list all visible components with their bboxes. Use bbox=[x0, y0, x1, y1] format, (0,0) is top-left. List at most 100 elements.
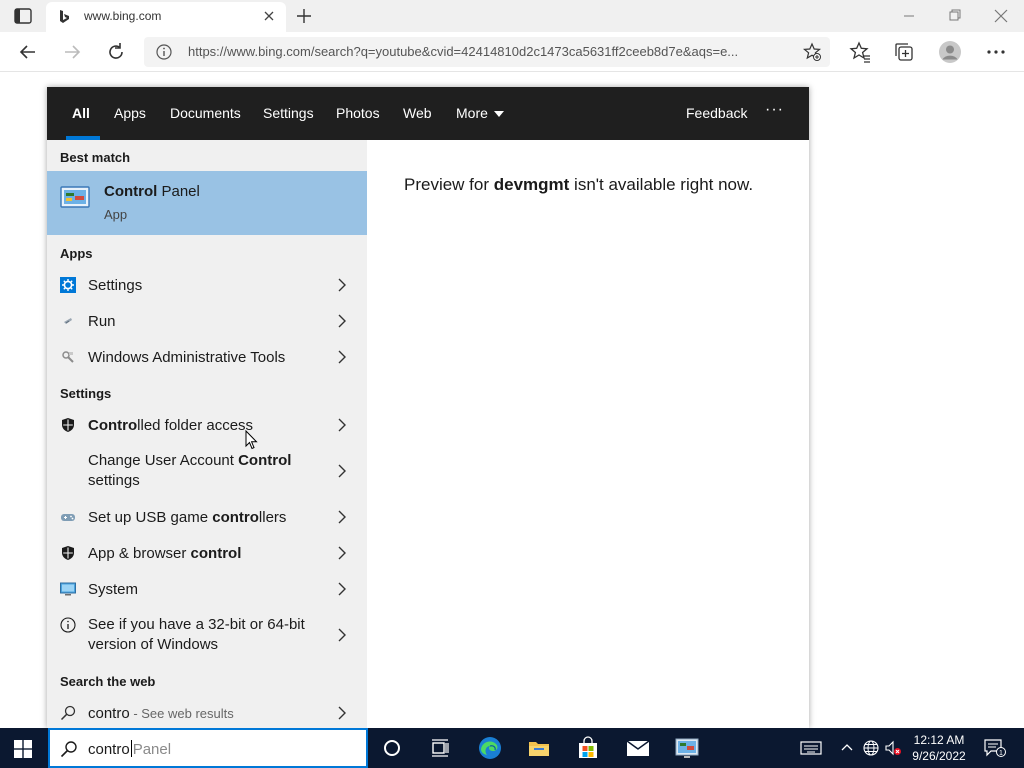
mouse-pointer-icon bbox=[245, 429, 259, 450]
cortana-icon[interactable] bbox=[380, 736, 404, 760]
chevron-right-icon[interactable] bbox=[337, 418, 347, 432]
more-options-icon[interactable]: ··· bbox=[765, 101, 784, 119]
list-item-web-search[interactable]: contro - See web results bbox=[47, 695, 367, 728]
chevron-right-icon[interactable] bbox=[337, 706, 347, 720]
collections-icon[interactable] bbox=[892, 40, 916, 64]
taskbar: contro Panel 12:12 AM 9/26/2022 1 bbox=[0, 728, 1024, 768]
settings-and-more-icon[interactable] bbox=[984, 40, 1008, 64]
keyboard-touch-icon[interactable] bbox=[800, 739, 822, 757]
match-pre: Change User Account bbox=[88, 452, 239, 469]
tab-all[interactable]: All bbox=[72, 105, 90, 121]
notification-count: 1 bbox=[999, 750, 1003, 757]
match-rest: lled folder access bbox=[137, 417, 254, 434]
dropdown-arrow-icon bbox=[493, 111, 504, 118]
volume-muted-icon[interactable] bbox=[884, 739, 902, 757]
clock-time: 12:12 AM bbox=[913, 733, 965, 747]
match-pre: Set up USB game bbox=[88, 509, 213, 526]
network-globe-icon[interactable] bbox=[862, 739, 880, 757]
list-item-label: Change User Account Control settings bbox=[88, 451, 328, 491]
best-match-control-panel[interactable]: Control Panel App bbox=[47, 171, 367, 235]
back-arrow-icon[interactable] bbox=[16, 40, 40, 64]
list-item-run[interactable]: Run bbox=[47, 303, 367, 339]
text-caret bbox=[130, 740, 132, 757]
run-icon bbox=[60, 313, 76, 329]
close-window-icon[interactable] bbox=[978, 4, 1024, 28]
url-text[interactable]: https://www.bing.com/search?q=youtube&cv… bbox=[188, 44, 788, 59]
admin-tools-icon bbox=[60, 349, 76, 365]
match-bold: contro bbox=[212, 509, 259, 526]
task-view-icon[interactable] bbox=[428, 736, 452, 760]
tab-apps[interactable]: Apps bbox=[114, 105, 146, 121]
minimize-icon[interactable] bbox=[886, 4, 932, 28]
match-pre: App & browser bbox=[88, 545, 191, 562]
list-item-controlled-folder-access[interactable]: Controlled folder access bbox=[47, 407, 367, 443]
restore-icon[interactable] bbox=[932, 4, 978, 28]
search-input[interactable]: contro Panel bbox=[88, 740, 171, 758]
settings-gear-icon bbox=[60, 277, 76, 293]
chevron-right-icon[interactable] bbox=[337, 546, 347, 560]
control-panel-icon bbox=[60, 185, 90, 211]
address-bar[interactable]: https://www.bing.com/search?q=youtube&cv… bbox=[144, 37, 830, 67]
list-item-label: Set up USB game controllers bbox=[88, 508, 328, 528]
taskbar-search-box[interactable]: contro Panel bbox=[48, 728, 368, 768]
chevron-right-icon[interactable] bbox=[337, 628, 347, 642]
list-item-label: See if you have a 32-bit or 64-bit versi… bbox=[88, 616, 305, 653]
game-controller-icon bbox=[60, 509, 76, 525]
site-info-icon[interactable] bbox=[156, 44, 172, 60]
list-item-label: Run bbox=[88, 313, 116, 330]
chevron-right-icon[interactable] bbox=[337, 314, 347, 328]
search-icon bbox=[60, 705, 76, 721]
section-settings: Settings bbox=[60, 386, 112, 401]
forward-arrow-icon[interactable] bbox=[60, 40, 84, 64]
control-panel-taskbar-icon[interactable] bbox=[675, 736, 699, 760]
add-favorite-icon[interactable] bbox=[802, 42, 822, 62]
search-autocomplete: Panel bbox=[132, 741, 172, 758]
favorites-icon[interactable] bbox=[848, 40, 872, 64]
chevron-right-icon[interactable] bbox=[337, 350, 347, 364]
browser-toolbar: https://www.bing.com/search?q=youtube&cv… bbox=[0, 32, 1024, 72]
list-item-label: contro - See web results bbox=[88, 704, 328, 724]
show-hidden-icons-icon[interactable] bbox=[838, 739, 856, 757]
mail-icon[interactable] bbox=[626, 736, 650, 760]
new-tab-icon[interactable] bbox=[294, 6, 314, 26]
list-item-system[interactable]: System bbox=[47, 571, 367, 607]
tab-documents[interactable]: Documents bbox=[170, 105, 241, 121]
web-hint: - See web results bbox=[129, 706, 234, 721]
list-item-settings-app[interactable]: Settings bbox=[47, 267, 367, 303]
refresh-icon[interactable] bbox=[104, 40, 128, 64]
windows-start-icon[interactable] bbox=[14, 740, 32, 758]
chevron-right-icon[interactable] bbox=[337, 510, 347, 524]
list-item-label: Controlled folder access bbox=[88, 416, 328, 436]
monitor-icon bbox=[60, 581, 76, 597]
edge-browser-icon[interactable] bbox=[478, 736, 502, 760]
browser-tab[interactable]: www.bing.com bbox=[46, 2, 286, 32]
list-item-change-uac-settings[interactable]: Change User Account Control settings bbox=[47, 443, 367, 499]
tab-photos[interactable]: Photos bbox=[336, 105, 380, 121]
list-item-windows-admin-tools[interactable]: Windows Administrative Tools bbox=[47, 339, 367, 375]
chevron-right-icon[interactable] bbox=[337, 464, 347, 478]
action-center-icon[interactable]: 1 bbox=[984, 739, 1006, 757]
profile-avatar-icon[interactable] bbox=[938, 40, 962, 64]
tab-settings[interactable]: Settings bbox=[263, 105, 314, 121]
list-item-32-or-64-bit[interactable]: See if you have a 32-bit or 64-bit versi… bbox=[47, 607, 367, 663]
file-explorer-icon[interactable] bbox=[527, 736, 551, 760]
feedback-button[interactable]: Feedback bbox=[686, 105, 747, 121]
tab-web[interactable]: Web bbox=[403, 105, 432, 121]
system-clock[interactable]: 12:12 AM 9/26/2022 bbox=[906, 732, 972, 764]
close-tab-icon[interactable] bbox=[260, 7, 278, 25]
list-item-app-browser-control[interactable]: App & browser control bbox=[47, 535, 367, 571]
tab-more[interactable]: More bbox=[456, 105, 504, 121]
match-rest: settings bbox=[88, 472, 140, 489]
bing-favicon-icon bbox=[56, 9, 72, 25]
section-best-match: Best match bbox=[60, 150, 131, 165]
preview-pane: Preview for devmgmt isn't available righ… bbox=[367, 140, 809, 728]
chevron-right-icon[interactable] bbox=[337, 582, 347, 596]
web-query: contro bbox=[88, 705, 130, 722]
microsoft-store-icon[interactable] bbox=[576, 736, 600, 760]
windows-search-flyout: All Apps Documents Settings Photos Web M… bbox=[47, 87, 809, 728]
tab-actions-icon[interactable] bbox=[14, 8, 32, 24]
search-icon bbox=[60, 740, 78, 758]
list-item-usb-game-controllers[interactable]: Set up USB game controllers bbox=[47, 499, 367, 535]
match-bold: control bbox=[190, 545, 242, 562]
chevron-right-icon[interactable] bbox=[337, 278, 347, 292]
